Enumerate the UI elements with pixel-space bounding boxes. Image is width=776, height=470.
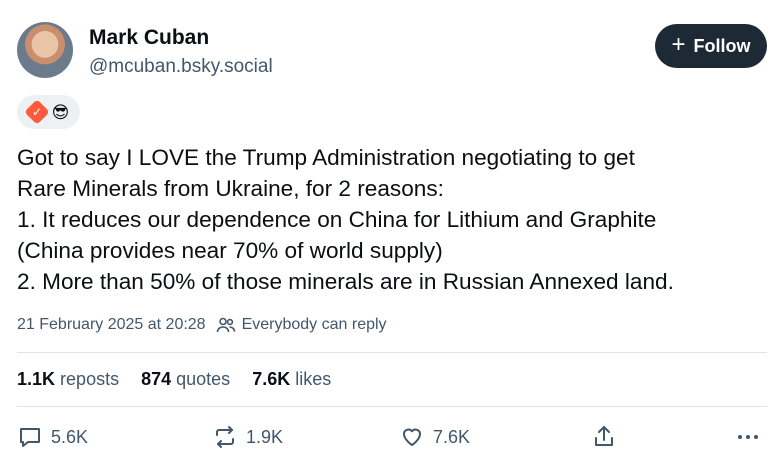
quotes-count: 874 xyxy=(141,369,172,389)
follow-button[interactable]: + Follow xyxy=(655,24,767,68)
like-button[interactable]: 7.6K xyxy=(399,422,470,452)
quotes-stat[interactable]: 874 quotes xyxy=(141,369,230,390)
quotes-label: quotes xyxy=(176,369,231,389)
repost-icon xyxy=(216,426,234,448)
repost-button[interactable]: 1.9K xyxy=(212,422,283,452)
likes-count: 7.6K xyxy=(252,369,291,389)
divider xyxy=(17,406,767,407)
author-name[interactable]: Mark Cuban xyxy=(89,26,209,50)
follow-label: Follow xyxy=(693,35,751,56)
divider xyxy=(17,352,767,353)
reply-setting-label: Everybody can reply xyxy=(241,316,387,333)
reply-count: 5.6K xyxy=(51,426,89,447)
verified-badge-icon: ✓ xyxy=(23,99,50,125)
more-options-button[interactable] xyxy=(735,422,761,452)
author-handle[interactable]: @mcuban.bsky.social xyxy=(89,56,273,78)
badges-pill[interactable]: ✓ 😎 xyxy=(17,95,80,129)
reposts-stat[interactable]: 1.1K reposts xyxy=(17,369,119,390)
reposts-count: 1.1K xyxy=(17,369,56,389)
post-text: Got to say I LOVE the Trump Administrati… xyxy=(17,142,767,297)
reply-setting[interactable]: Everybody can reply xyxy=(216,316,387,334)
people-icon xyxy=(216,317,235,333)
post-text-line: 1. It reduces our dependence on China fo… xyxy=(17,207,657,232)
likes-label: likes xyxy=(295,369,332,389)
reposts-label: reposts xyxy=(60,369,120,389)
like-count: 7.6K xyxy=(433,426,471,447)
post-text-line: (China provides near 70% of world supply… xyxy=(17,238,443,263)
action-bar: 5.6K 1.9K 7.6K xyxy=(17,422,767,452)
likes-stat[interactable]: 7.6K likes xyxy=(252,369,331,390)
heart-icon xyxy=(403,428,421,446)
repost-count: 1.9K xyxy=(246,426,284,447)
plus-icon: + xyxy=(671,31,686,58)
post-text-line: Rare Minerals from Ukraine, for 2 reason… xyxy=(17,176,444,201)
post-text-line: 2. More than 50% of those minerals are i… xyxy=(17,269,674,294)
sunglasses-emoji-icon: 😎 xyxy=(51,102,70,122)
post-timestamp[interactable]: 21 February 2025 at 20:28 xyxy=(17,316,206,334)
post-card: Mark Cuban @mcuban.bsky.social + Follow … xyxy=(0,0,776,470)
post-text-line: Got to say I LOVE the Trump Administrati… xyxy=(17,145,635,170)
share-button[interactable] xyxy=(591,422,617,452)
reply-button[interactable]: 5.6K xyxy=(17,422,88,452)
post-stats: 1.1K reposts 874 quotes 7.6K likes xyxy=(17,369,331,390)
avatar[interactable] xyxy=(17,22,73,78)
more-dots-icon xyxy=(738,435,758,439)
reply-icon xyxy=(20,428,40,447)
share-icon xyxy=(595,426,613,446)
post-meta: 21 February 2025 at 20:28 Everybody can … xyxy=(17,316,387,334)
